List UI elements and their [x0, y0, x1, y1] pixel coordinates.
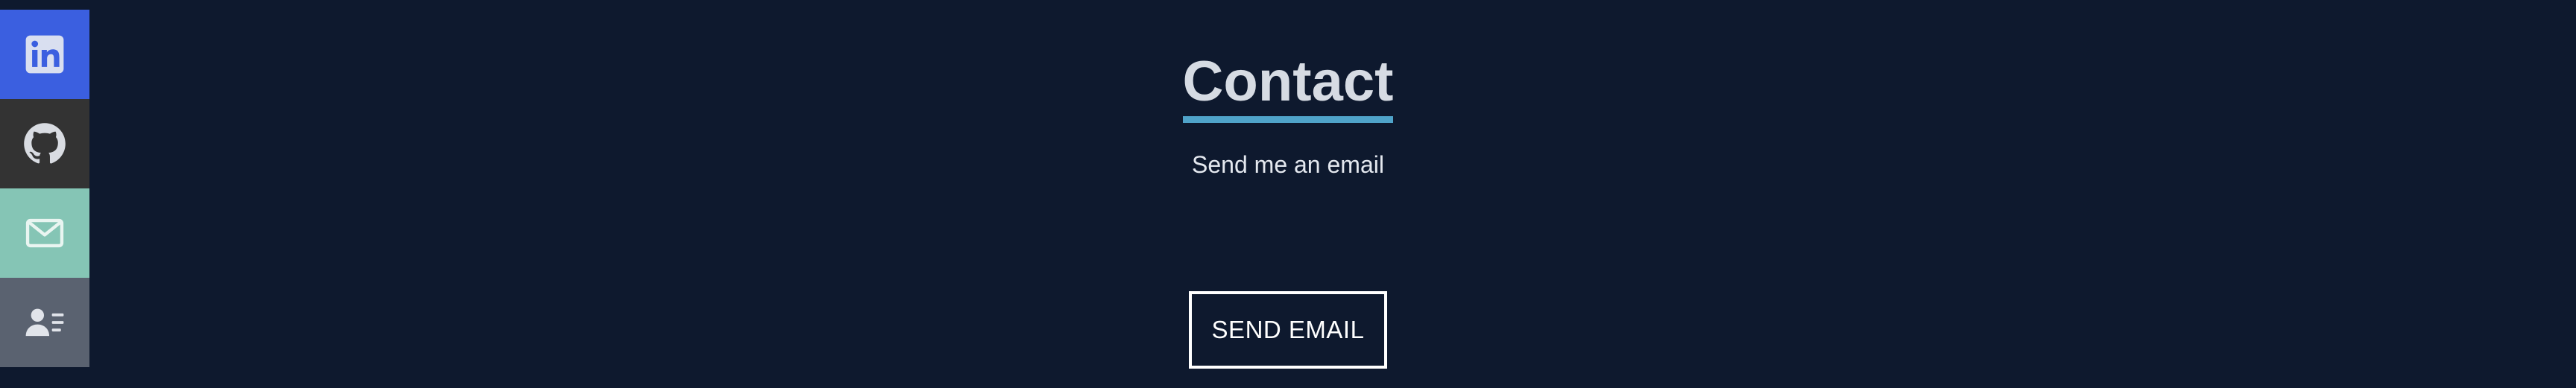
contact-subtitle: Send me an email: [1192, 151, 1384, 178]
contact-section: Contact Send me an email SEND EMAIL: [0, 0, 2576, 369]
send-email-button[interactable]: SEND EMAIL: [1189, 291, 1387, 369]
contact-title: Contact: [1182, 49, 1394, 123]
